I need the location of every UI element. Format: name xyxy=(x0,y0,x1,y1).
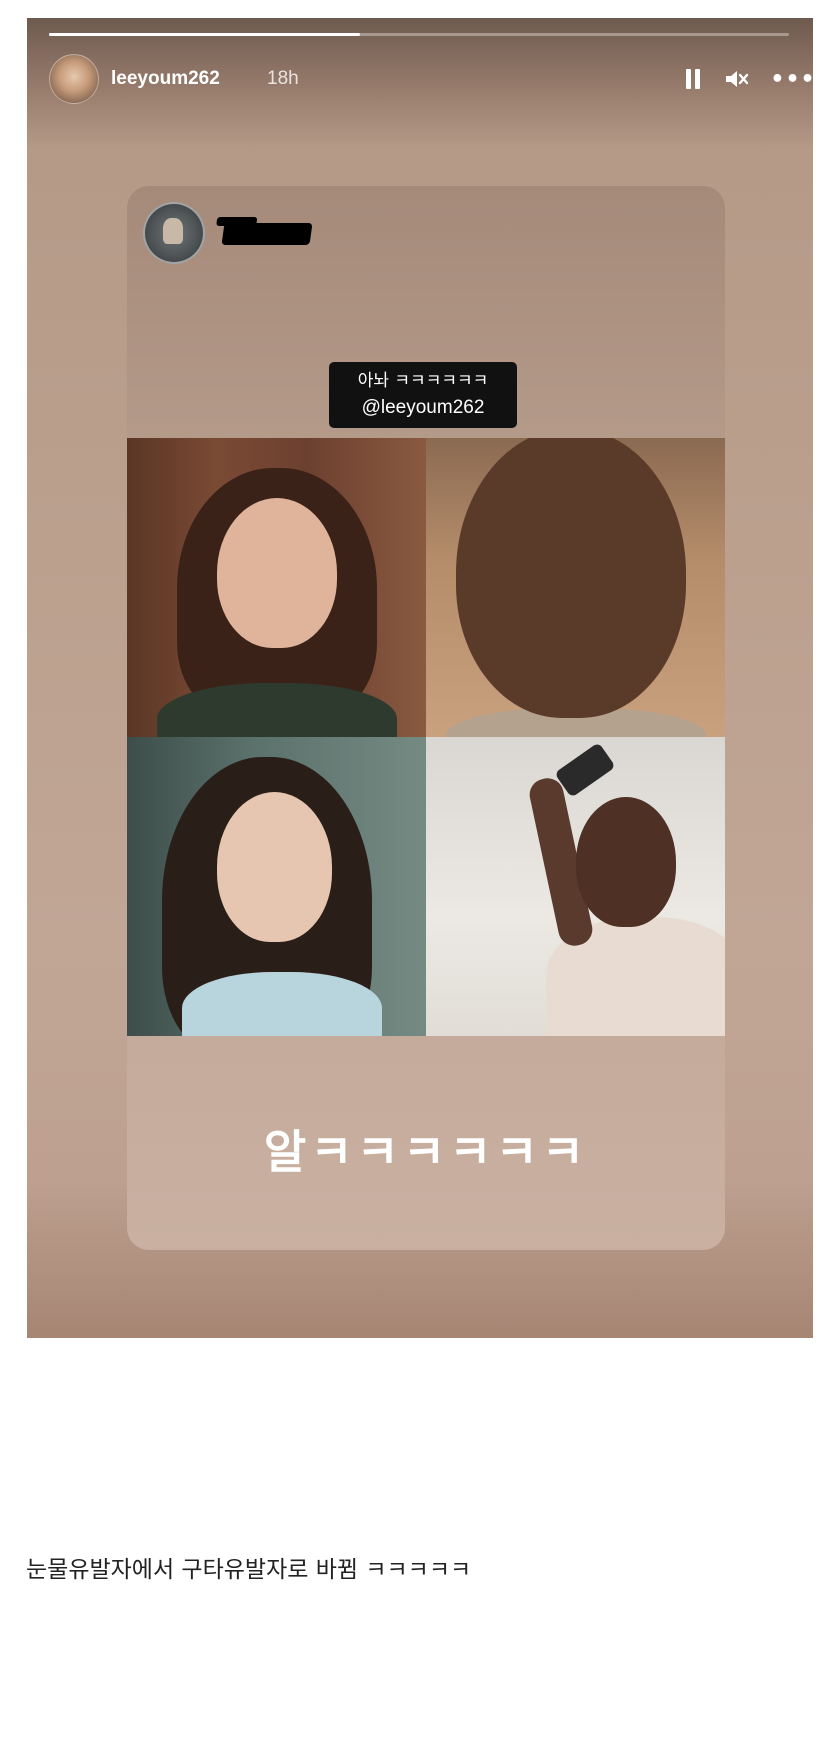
photo-collage xyxy=(127,438,725,1036)
story-progress-bar xyxy=(49,33,789,36)
shared-post-avatar[interactable] xyxy=(143,202,205,264)
shared-post-card[interactable]: 아놔 ㅋㅋㅋㅋㅋㅋ @leeyoum262 알ㅋㅋㅋㅋㅋㅋ xyxy=(127,186,725,1250)
instagram-story[interactable]: leeyoum262 18h ••• 아놔 ㅋㅋㅋㅋㅋㅋ @leeyoum262 xyxy=(27,18,813,1338)
collage-photo-2 xyxy=(426,438,725,737)
story-timestamp: 18h xyxy=(267,68,299,89)
mention-sticker[interactable]: 아놔 ㅋㅋㅋㅋㅋㅋ @leeyoum262 xyxy=(329,362,517,428)
story-username[interactable]: leeyoum262 xyxy=(111,68,220,90)
more-horizontal-icon[interactable]: ••• xyxy=(770,64,813,94)
story-header: leeyoum262 18h ••• xyxy=(49,54,813,104)
pause-icon[interactable] xyxy=(677,64,709,94)
mention-text: 아놔 ㅋㅋㅋㅋㅋㅋ xyxy=(357,371,489,391)
mention-handle[interactable]: @leeyoum262 xyxy=(329,394,517,422)
collage-photo-4 xyxy=(426,737,725,1036)
avatar[interactable] xyxy=(49,54,99,104)
story-progress-fill xyxy=(49,33,360,36)
collage-photo-3 xyxy=(127,737,426,1036)
collage-photo-1 xyxy=(127,438,426,737)
post-caption: 눈물유발자에서 구타유발자로 바뀜 ㅋㅋㅋㅋㅋ xyxy=(26,1557,472,1583)
redacted-username xyxy=(221,223,313,245)
story-overlay-text: 알ㅋㅋㅋㅋㅋㅋ xyxy=(263,1125,589,1179)
speaker-muted-icon[interactable] xyxy=(721,64,753,94)
